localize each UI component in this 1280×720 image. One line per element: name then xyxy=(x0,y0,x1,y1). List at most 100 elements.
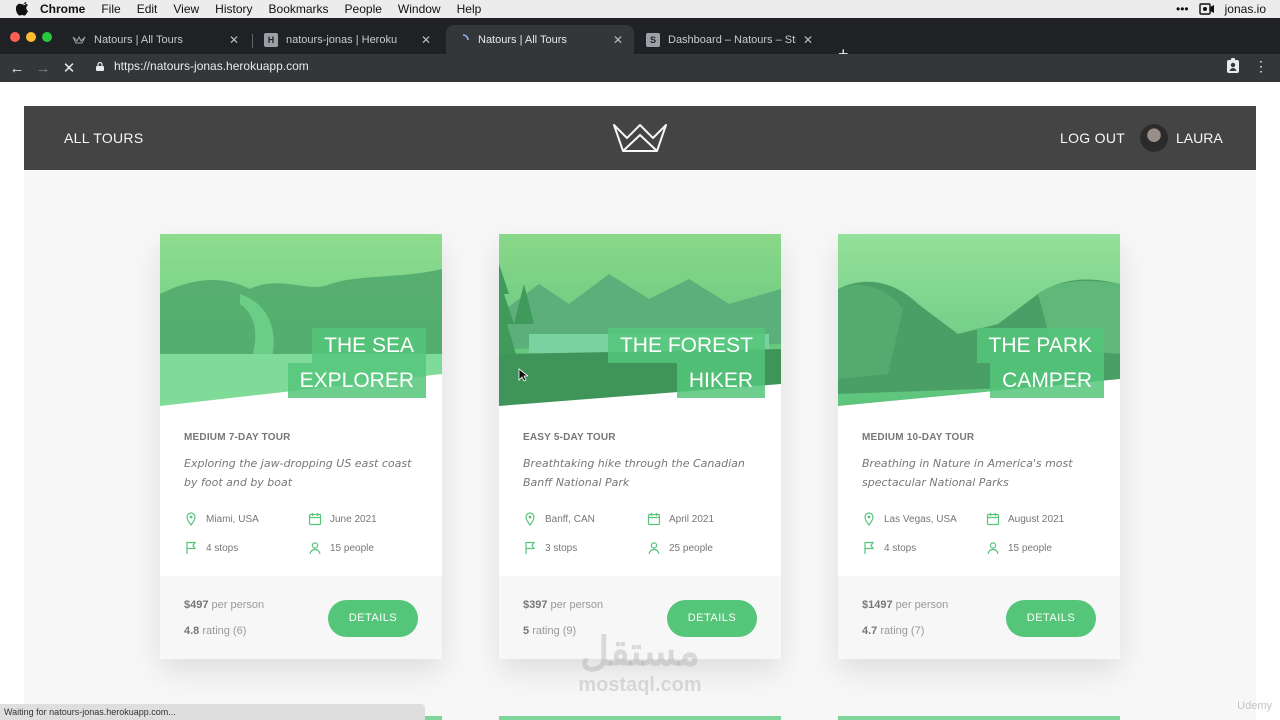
browser-tab[interactable]: H natours-jonas | Heroku ✕ xyxy=(254,25,442,54)
url-text[interactable]: https://natours-jonas.herokuapp.com xyxy=(114,59,309,73)
apple-icon[interactable] xyxy=(16,2,30,16)
natours-logo-icon xyxy=(72,33,86,47)
tour-location: Las Vegas, USA xyxy=(862,512,957,526)
close-tab-icon[interactable]: ✕ xyxy=(228,33,240,47)
flag-icon xyxy=(184,541,198,555)
tour-name-line1: THE FOREST xyxy=(607,328,765,363)
tour-stops: 4 stops xyxy=(862,541,916,555)
tour-hero-image: THE PARK CAMPER xyxy=(838,234,1120,406)
tour-group-size: 15 people xyxy=(986,541,1052,555)
tour-rating-suffix: rating (6) xyxy=(202,625,247,637)
mouse-cursor-icon xyxy=(518,368,528,382)
tour-stops-text: 4 stops xyxy=(206,542,239,554)
tour-location: Banff, CAN xyxy=(523,512,595,526)
page-viewport: ALL TOURS LOG OUT LAURA THE SEA EXPLORER… xyxy=(0,82,1280,720)
tour-group-size-text: 15 people xyxy=(330,542,374,554)
tour-name: THE FOREST HIKER xyxy=(607,328,765,398)
tour-name: THE SEA EXPLORER xyxy=(287,328,426,398)
menu-chrome[interactable]: Chrome xyxy=(40,2,85,16)
chrome-menu-kebab-icon[interactable]: ⋮ xyxy=(1254,58,1268,75)
close-tab-icon[interactable]: ✕ xyxy=(612,33,624,47)
tour-name: THE PARK CAMPER xyxy=(976,328,1104,398)
tour-hero-image: THE FOREST HIKER xyxy=(499,234,781,406)
menu-people[interactable]: People xyxy=(345,2,382,16)
tour-date-text: August 2021 xyxy=(1008,513,1065,525)
stop-loading-icon[interactable]: ✕ xyxy=(56,59,82,77)
menu-window[interactable]: Window xyxy=(398,2,441,16)
tour-stops-text: 3 stops xyxy=(545,542,578,554)
forward-arrow-icon[interactable]: → xyxy=(30,60,56,77)
map-pin-icon xyxy=(523,512,537,526)
more-dots-icon[interactable]: ••• xyxy=(1176,2,1189,16)
user-profile-link[interactable]: LAURA xyxy=(1140,124,1223,152)
natours-logo-icon[interactable] xyxy=(612,122,668,154)
menu-edit[interactable]: Edit xyxy=(137,2,158,16)
tour-card-peek xyxy=(838,716,1120,720)
tour-group-size-text: 15 people xyxy=(1008,542,1052,554)
details-button[interactable]: DETAILS xyxy=(1006,600,1096,637)
tour-group-size: 25 people xyxy=(647,541,713,555)
close-tab-icon[interactable]: ✕ xyxy=(420,33,432,47)
tour-card: THE SEA EXPLORER MEDIUM 7-DAY TOUR Explo… xyxy=(160,234,442,659)
minimize-window-button[interactable] xyxy=(26,32,36,42)
tab-title: Dashboard – Natours – Stripe xyxy=(668,33,796,46)
heroku-icon: H xyxy=(264,32,278,47)
menu-history[interactable]: History xyxy=(215,2,252,16)
close-window-button[interactable] xyxy=(10,32,20,42)
user-icon xyxy=(647,541,661,555)
screen-record-icon[interactable] xyxy=(1198,3,1215,15)
back-arrow-icon[interactable]: ← xyxy=(4,60,30,77)
map-pin-icon xyxy=(184,512,198,526)
watermark-latin: mostaql.com xyxy=(578,674,702,696)
loading-spinner-icon xyxy=(456,33,470,47)
tour-location: Miami, USA xyxy=(184,512,259,526)
udemy-watermark: Udemy xyxy=(1237,700,1272,712)
tour-date: August 2021 xyxy=(986,512,1064,526)
browser-tab[interactable]: Natours | All Tours ✕ xyxy=(62,25,250,54)
tour-stops: 4 stops xyxy=(184,541,238,555)
zoom-window-button[interactable] xyxy=(42,32,52,42)
user-icon xyxy=(308,541,322,555)
tab-title: Natours | All Tours xyxy=(94,33,183,46)
menu-file[interactable]: File xyxy=(101,2,120,16)
tour-name-line1: THE SEA xyxy=(312,328,426,363)
tour-card-footer: $1497 per person 4.7 rating (7) DETAILS xyxy=(838,576,1120,659)
tour-location-text: Las Vegas, USA xyxy=(884,513,957,525)
tour-card: THE PARK CAMPER MEDIUM 10-DAY TOUR Breat… xyxy=(838,234,1120,659)
close-tab-icon[interactable]: ✕ xyxy=(802,33,814,47)
details-button[interactable]: DETAILS xyxy=(328,600,418,637)
tour-name-line1: THE PARK xyxy=(976,328,1104,363)
tour-rating-suffix: rating (7) xyxy=(880,625,925,637)
address-bar[interactable]: https://natours-jonas.herokuapp.com xyxy=(96,59,309,73)
menubar-user-label[interactable]: jonas.io xyxy=(1225,2,1266,16)
tab-title: natours-jonas | Heroku xyxy=(286,33,398,46)
tour-card-footer: $497 per person 4.8 rating (6) DETAILS xyxy=(160,576,442,659)
tour-summary: Exploring the jaw-dropping US east coast… xyxy=(184,457,412,489)
browser-tab[interactable]: S Dashboard – Natours – Stripe ✕ xyxy=(636,25,824,54)
tour-rating-value: 5 xyxy=(523,625,530,637)
tour-card: THE FOREST HIKER EASY 5-DAY TOUR Breatht… xyxy=(499,234,781,659)
tour-price-suffix: per person xyxy=(895,599,949,611)
flag-icon xyxy=(862,541,876,555)
browser-tab-active[interactable]: Natours | All Tours ✕ xyxy=(446,25,634,54)
browser-status-bar: Waiting for natours-jonas.herokuapp.com.… xyxy=(0,704,425,720)
tour-location-text: Banff, CAN xyxy=(545,513,595,525)
avatar xyxy=(1140,124,1168,152)
tour-rating-value: 4.8 xyxy=(184,625,200,637)
calendar-icon xyxy=(986,512,1000,526)
calendar-icon xyxy=(647,512,661,526)
nav-all-tours-link[interactable]: ALL TOURS xyxy=(64,130,143,146)
mostaql-watermark: مستقل mostaql.com xyxy=(560,630,720,696)
tour-hero-image: THE SEA EXPLORER xyxy=(160,234,442,406)
tour-price: $397 per person xyxy=(523,599,603,611)
logout-link[interactable]: LOG OUT xyxy=(1060,130,1125,146)
menu-help[interactable]: Help xyxy=(457,2,482,16)
menu-bookmarks[interactable]: Bookmarks xyxy=(269,2,329,16)
user-icon xyxy=(986,541,1000,555)
tour-summary: Breathtaking hike through the Canadian B… xyxy=(523,457,745,489)
user-name: LAURA xyxy=(1176,130,1223,146)
profile-badge-icon[interactable] xyxy=(1226,58,1240,74)
browser-toolbar: ← → ✕ https://natours-jonas.herokuapp.co… xyxy=(0,54,1280,82)
natours-site: ALL TOURS LOG OUT LAURA THE SEA EXPLORER… xyxy=(24,106,1256,720)
menu-view[interactable]: View xyxy=(173,2,199,16)
